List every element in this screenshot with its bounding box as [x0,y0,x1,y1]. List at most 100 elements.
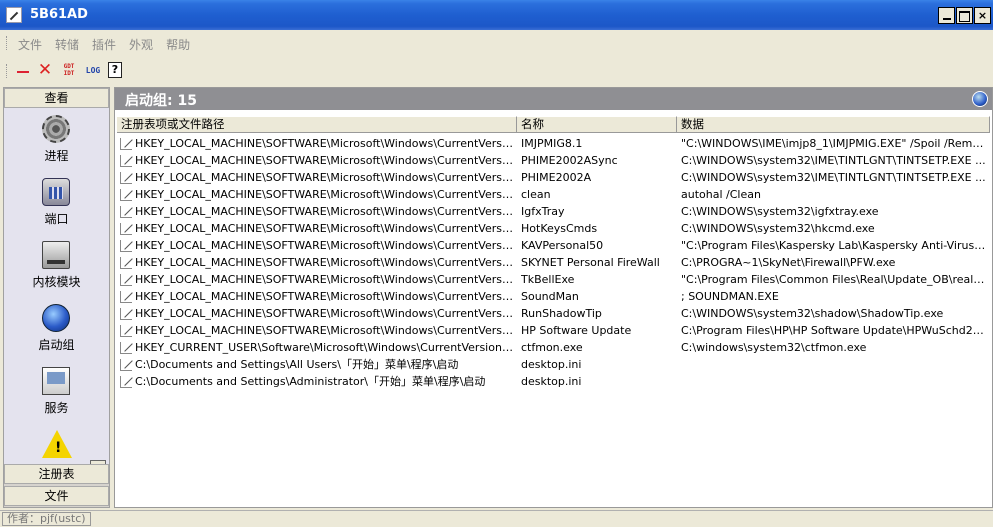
cell-path: HKEY_LOCAL_MACHINE\SOFTWARE\Microsoft\Wi… [135,239,515,252]
help-icon[interactable]: ? [108,62,122,78]
table-row[interactable]: C:\Documents and Settings\All Users\「开始」… [117,356,990,373]
view-section-header[interactable]: 查看 [4,88,109,108]
minus-icon[interactable] [14,62,32,80]
cell-data: C:\Program Files\HP\HP Software Update\H… [681,324,986,337]
cell-name: TkBellExe [521,273,575,286]
nav-item-startup[interactable]: 启动组 [4,304,109,364]
app-icon [6,7,22,23]
menu-grip[interactable] [6,36,9,50]
cell-name: HotKeysCmds [521,222,598,235]
table-row[interactable]: HKEY_LOCAL_MACHINE\SOFTWARE\Microsoft\Wi… [117,220,990,237]
phone-icon [42,178,70,206]
cell-data [681,356,986,373]
cell-name: PHIME2002ASync [521,154,618,167]
menu-appearance[interactable]: 外观 [129,36,153,53]
table-row[interactable]: HKEY_LOCAL_MACHINE\SOFTWARE\Microsoft\Wi… [117,169,990,186]
table-row[interactable]: HKEY_LOCAL_MACHINE\SOFTWARE\Microsoft\Wi… [117,237,990,254]
menu-help[interactable]: 帮助 [166,36,190,53]
cell-path: HKEY_LOCAL_MACHINE\SOFTWARE\Microsoft\Wi… [135,171,515,184]
cell-data: C:\WINDOWS\system32\igfxtray.exe [681,205,879,218]
title-bar[interactable]: 5B61AD × [0,0,993,30]
nav-item-processes[interactable]: 进程 [4,115,109,175]
table-row[interactable]: HKEY_LOCAL_MACHINE\SOFTWARE\Microsoft\Wi… [117,322,990,339]
close-button[interactable]: × [974,7,991,24]
cell-path: HKEY_LOCAL_MACHINE\SOFTWARE\Microsoft\Wi… [135,273,515,286]
cell-data: C:\WINDOWS\system32\shadow\ShadowTip.exe [681,307,944,320]
gdt-idt-icon[interactable]: GDT IDT [60,62,78,80]
disk-icon [42,241,70,269]
view-items-list: 进程 端口 内核模块 启动组 服务 ! ▼ [4,108,109,476]
menu-file[interactable]: 文件 [18,36,42,53]
nav-item-label: 内核模块 [32,275,81,289]
warning-mark: ! [55,440,62,456]
cell-path: HKEY_LOCAL_MACHINE\SOFTWARE\Microsoft\Wi… [135,290,515,303]
cell-name: desktop.ini [521,358,582,371]
computer-icon [42,367,70,395]
app-window: 5B61AD × 文件 转储 插件 外观 帮助 ✕ GDT IDT LOG ? … [0,0,993,527]
cell-path: HKEY_CURRENT_USER\Software\Microsoft\Win… [135,341,515,354]
table-row[interactable]: HKEY_LOCAL_MACHINE\SOFTWARE\Microsoft\Wi… [117,305,990,322]
cell-name: desktop.ini [521,375,582,388]
table-row[interactable]: HKEY_LOCAL_MACHINE\SOFTWARE\Microsoft\Wi… [117,186,990,203]
cell-name: HP Software Update [521,324,632,337]
globe-icon[interactable] [972,91,988,107]
nav-item-ports[interactable]: 端口 [4,178,109,238]
cell-path: HKEY_LOCAL_MACHINE\SOFTWARE\Microsoft\Wi… [135,137,515,150]
cell-data: C:\PROGRA~1\SkyNet\Firewall\PFW.exe [681,256,896,269]
table-row[interactable]: HKEY_LOCAL_MACHINE\SOFTWARE\Microsoft\Wi… [117,135,990,152]
column-header-name[interactable]: 名称 [517,116,677,133]
menu-items: 文件 转储 插件 外观 帮助 [18,36,203,53]
cell-name: IMJPMIG8.1 [521,137,583,150]
log-icon[interactable]: LOG [83,62,103,80]
window-title: 5B61AD [30,7,88,22]
table-row[interactable]: HKEY_LOCAL_MACHINE\SOFTWARE\Microsoft\Wi… [117,254,990,271]
delete-icon[interactable]: ✕ [36,62,54,80]
menu-plugins[interactable]: 插件 [92,36,116,53]
cell-path: HKEY_LOCAL_MACHINE\SOFTWARE\Microsoft\Wi… [135,324,515,337]
cell-data: "C:\Program Files\Kaspersky Lab\Kaspersk… [681,239,986,252]
registry-section-header[interactable]: 注册表 [4,464,109,484]
status-bar: 作者：pjf(ustc) [0,510,993,527]
menu-dump[interactable]: 转储 [55,36,79,53]
cell-data: C:\WINDOWS\system32\IME\TINTLGNT\TINTSET… [681,171,986,184]
cell-name: KAVPersonal50 [521,239,604,252]
gear-icon [42,115,70,143]
cell-data: C:\windows\system32\ctfmon.exe [681,341,867,354]
column-header-path[interactable]: 注册表项或文件路径 [117,116,517,133]
cell-path: HKEY_LOCAL_MACHINE\SOFTWARE\Microsoft\Wi… [135,307,515,320]
cell-path: HKEY_LOCAL_MACHINE\SOFTWARE\Microsoft\Wi… [135,256,515,269]
nav-item-label: 服务 [44,401,69,415]
nav-item-kernel-modules[interactable]: 内核模块 [4,241,109,301]
file-section-header[interactable]: 文件 [4,486,109,506]
cell-name: ctfmon.exe [521,341,583,354]
table-row[interactable]: HKEY_CURRENT_USER\Software\Microsoft\Win… [117,339,990,356]
maximize-button[interactable] [956,7,973,24]
minimize-button[interactable] [938,7,955,24]
panel-title: 启动组: 15 [125,93,197,109]
toolbar: ✕ GDT IDT LOG ? [0,56,993,86]
cell-data: ; SOUNDMAN.EXE [681,290,779,303]
nav-item-services[interactable]: 服务 [4,367,109,427]
cell-data: "C:\Program Files\Common Files\Real\Upda… [681,273,986,286]
toolbar-grip[interactable] [6,64,9,78]
author-credit: 作者：pjf(ustc) [2,512,91,526]
startup-panel: 启动组: 15 注册表项或文件路径 名称 数据 HKEY_LOCAL_MACHI… [114,87,993,508]
cell-data [681,373,986,390]
cell-name: SoundMan [521,290,579,303]
table-row[interactable]: HKEY_LOCAL_MACHINE\SOFTWARE\Microsoft\Wi… [117,288,990,305]
cell-path: C:\Documents and Settings\All Users\「开始」… [135,358,459,371]
cell-data: C:\WINDOWS\system32\hkcmd.exe [681,222,875,235]
table-row[interactable]: HKEY_LOCAL_MACHINE\SOFTWARE\Microsoft\Wi… [117,152,990,169]
window-controls: × [938,7,991,24]
table-row[interactable]: C:\Documents and Settings\Administrator\… [117,373,990,390]
nav-item-label: 进程 [44,149,69,163]
cell-path: HKEY_LOCAL_MACHINE\SOFTWARE\Microsoft\Wi… [135,205,515,218]
cell-path: HKEY_LOCAL_MACHINE\SOFTWARE\Microsoft\Wi… [135,188,515,201]
column-header-data[interactable]: 数据 [677,116,990,133]
cell-name: SKYNET Personal FireWall [521,256,660,269]
table-row[interactable]: HKEY_LOCAL_MACHINE\SOFTWARE\Microsoft\Wi… [117,203,990,220]
table-row[interactable]: HKEY_LOCAL_MACHINE\SOFTWARE\Microsoft\Wi… [117,271,990,288]
cell-data: "C:\WINDOWS\IME\imjp8_1\IMJPMIG.EXE" /Sp… [681,137,986,150]
menu-bar: 文件 转储 插件 外观 帮助 [0,30,993,56]
table-header: 注册表项或文件路径 名称 数据 [117,116,990,133]
